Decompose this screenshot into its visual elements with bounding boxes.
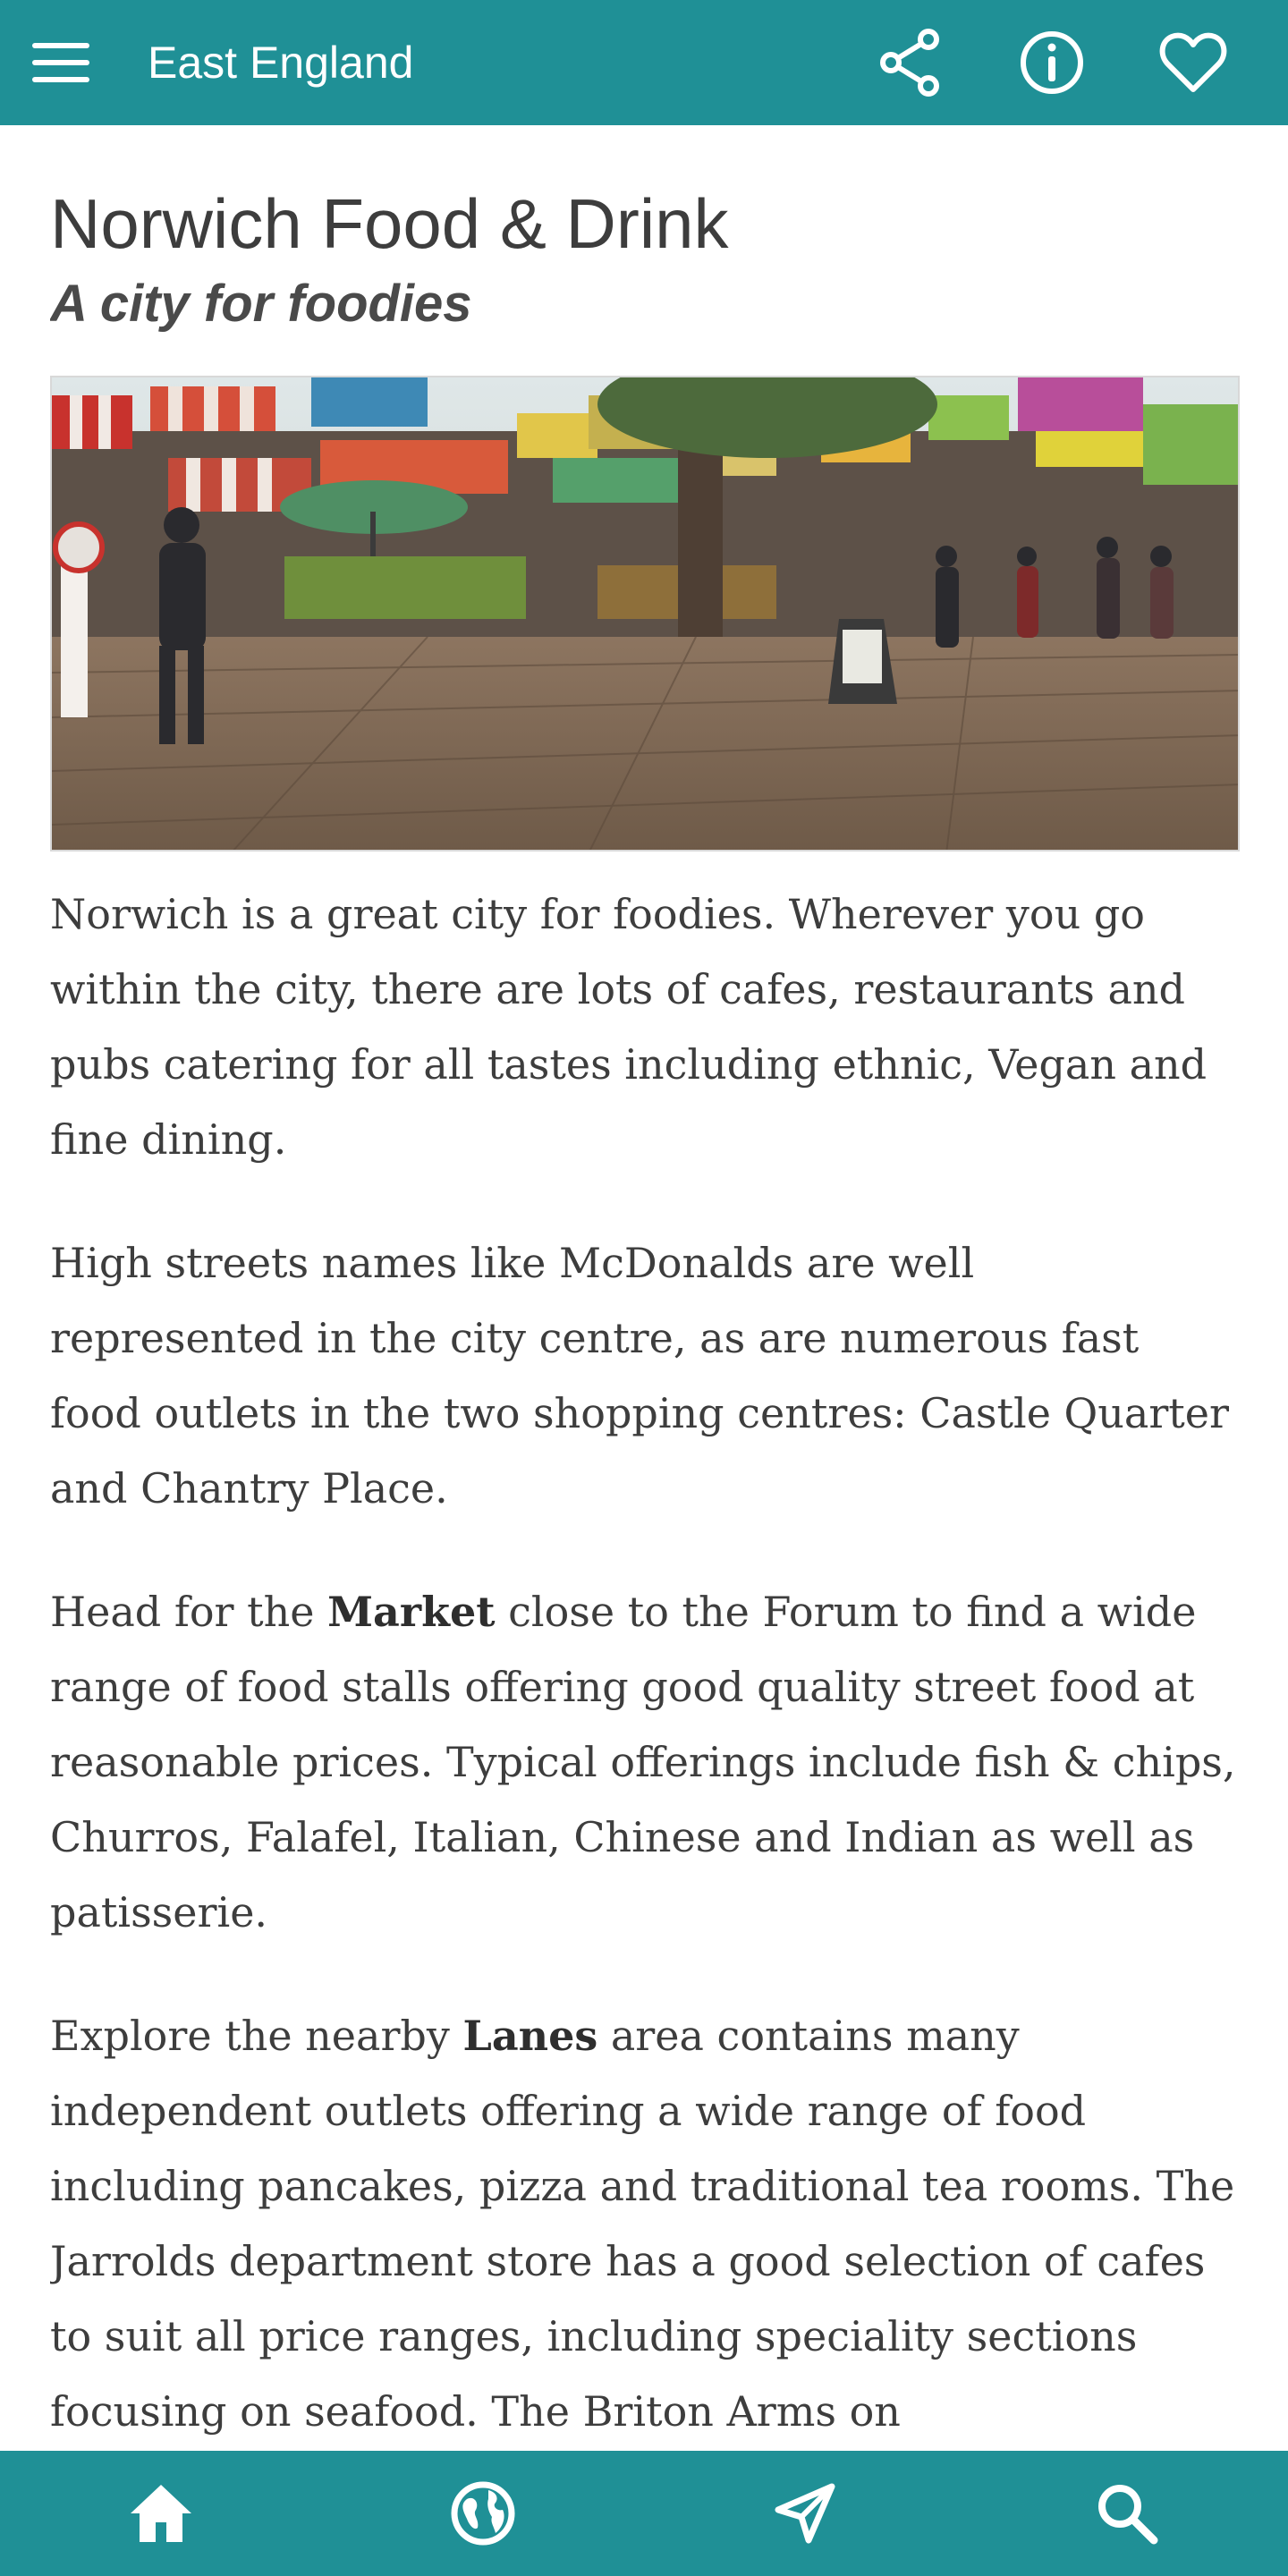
article-body: Norwich is a great city for foodies. Whe… <box>50 877 1240 2449</box>
paragraph-market-text-a: Head for the <box>50 1588 328 1636</box>
article-content[interactable]: Norwich Food & Drink A city for foodies <box>50 125 1240 2451</box>
nav-home-button[interactable] <box>125 2478 197 2549</box>
paragraph-lanes-text-b: area contains many independent outlets o… <box>50 2012 1235 2436</box>
paragraph-lanes: Explore the nearby Lanes area contains m… <box>50 1998 1240 2449</box>
navigation-arrow-icon <box>775 2483 835 2544</box>
paragraph-lanes-text-a: Explore the nearby <box>50 2012 463 2060</box>
page-subtitle: A city for foodies <box>50 275 472 333</box>
nav-search-button[interactable] <box>1091 2478 1163 2549</box>
favorite-button[interactable] <box>1156 25 1231 100</box>
info-button[interactable] <box>1014 25 1089 100</box>
paragraph-market: Head for the Market close to the Forum t… <box>50 1574 1240 1950</box>
home-icon <box>131 2485 191 2542</box>
app-title: East England <box>148 38 414 88</box>
market-highlight: Market <box>327 1588 496 1636</box>
app-bar: East England <box>0 0 1288 125</box>
paragraph-market-text-b: close to the Forum to find a wide range … <box>50 1588 1236 1936</box>
menu-button[interactable] <box>30 38 93 88</box>
search-icon <box>1098 2485 1158 2545</box>
info-icon <box>1021 31 1083 94</box>
lanes-highlight: Lanes <box>462 2012 598 2060</box>
share-icon <box>880 29 939 97</box>
paragraph-high-streets: High streets names like McDonalds are we… <box>50 1239 1230 1513</box>
hero-image <box>50 376 1240 852</box>
page-title: Norwich Food & Drink <box>50 184 729 263</box>
nav-directions-button[interactable] <box>769 2478 841 2549</box>
heart-icon <box>1159 32 1227 92</box>
hamburger-menu-icon <box>32 43 89 82</box>
paragraph-intro: Norwich is a great city for foodies. Whe… <box>50 890 1208 1164</box>
market-photo <box>52 377 1238 850</box>
globe-icon <box>451 2481 515 2546</box>
share-button[interactable] <box>873 25 948 100</box>
bottom-navigation <box>0 2451 1288 2576</box>
nav-explore-button[interactable] <box>447 2478 519 2549</box>
